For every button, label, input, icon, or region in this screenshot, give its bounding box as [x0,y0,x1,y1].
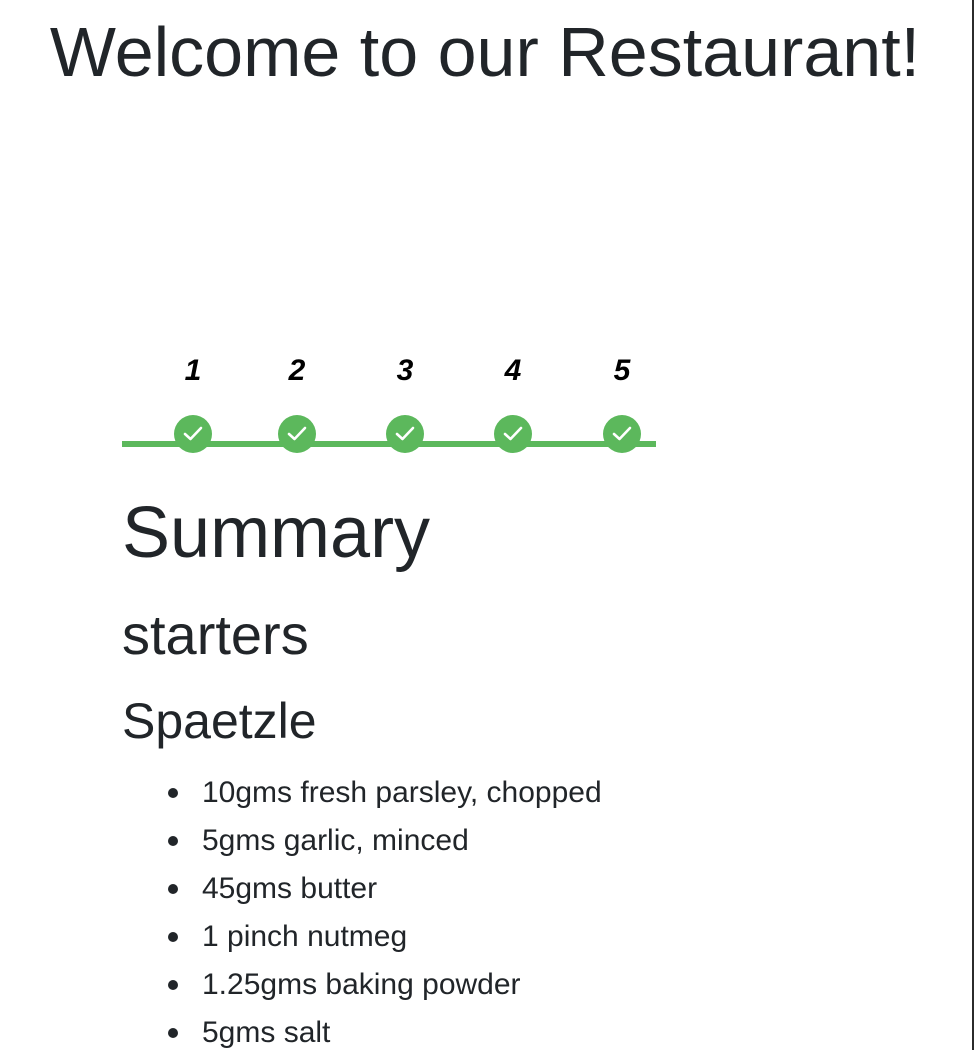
check-icon [183,426,203,441]
list-item: 45gms butter [162,865,602,913]
bullet-icon [168,932,178,942]
ingredient-text: 10gms fresh parsley, chopped [202,776,602,809]
step-number: 2 [288,354,306,387]
ingredient-text: 5gms salt [202,1016,331,1049]
check-icon [287,426,307,441]
list-item: 5gms garlic, minced [162,817,602,865]
ingredient-text: 1.25gms baking powder [202,968,521,1001]
step-complete-indicator [278,415,316,453]
ingredient-text: 1 pinch nutmeg [202,920,408,953]
ingredient-text: 5gms garlic, minced [202,824,469,857]
step-5[interactable]: 5 [602,340,642,460]
list-item: 10gms fresh parsley, chopped [162,769,602,817]
bullet-icon [168,884,178,894]
step-number: 3 [396,354,414,387]
step-complete-indicator [494,415,532,453]
step-3[interactable]: 3 [385,340,425,460]
check-icon [503,426,523,441]
step-4[interactable]: 4 [493,340,533,460]
list-item: 1 pinch nutmeg [162,913,602,961]
step-complete-indicator [603,415,641,453]
bullet-icon [168,836,178,846]
step-1[interactable]: 1 [173,340,213,460]
step-2[interactable]: 2 [277,340,317,460]
progress-stepper: 1 2 3 4 5 [122,340,656,460]
step-number: 4 [504,354,522,387]
step-complete-indicator [386,415,424,453]
category-heading: starters [122,603,309,666]
check-icon [395,426,415,441]
dish-heading: Spaetzle [122,693,317,749]
page-title: Welcome to our Restaurant! [49,13,921,91]
bullet-icon [168,980,178,990]
ingredient-text: 45gms butter [202,872,378,905]
summary-heading: Summary [122,493,431,573]
step-number: 5 [613,354,631,387]
ingredient-list: 10gms fresh parsley, chopped 5gms garlic… [162,769,602,1057]
bullet-icon [168,1028,178,1038]
step-number: 1 [184,354,202,387]
bullet-icon [168,788,178,798]
list-item: 1.25gms baking powder [162,961,602,1009]
check-icon [612,426,632,441]
step-complete-indicator [174,415,212,453]
